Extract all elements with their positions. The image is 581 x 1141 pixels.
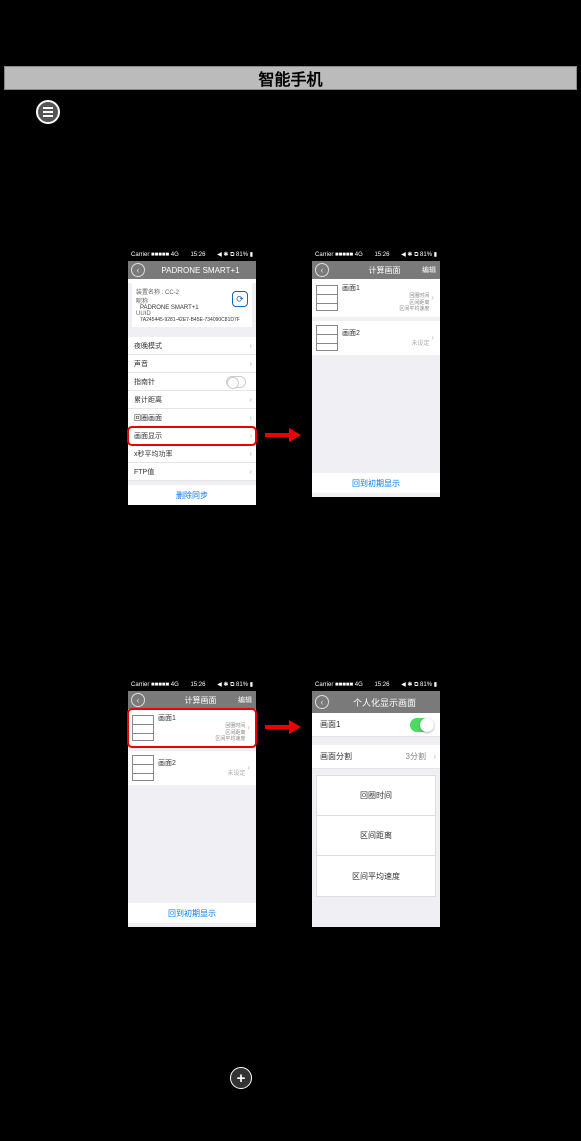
row-avg-power[interactable]: x秒平均功率› (128, 445, 256, 463)
nav-bar: ‹ 计算画面 编辑 (128, 691, 256, 709)
tab-smartphone[interactable]: 智能手机 (4, 66, 577, 90)
screen-split-row[interactable]: 画面分割 3分割 › (312, 745, 440, 769)
screen-1-row[interactable]: 画面1 回圈时间 区间距离 区间平均速度 › (312, 279, 440, 317)
screen-2-row[interactable]: 画面2 未设定 › (128, 751, 256, 785)
screen-toggle[interactable] (410, 718, 434, 732)
back-button[interactable]: ‹ (315, 263, 329, 277)
device-info-box: 装置名称 : CC-2 昵称 PADRONE SMART+1 UUID 7A24… (132, 283, 252, 327)
screen-thumb-icon (316, 325, 338, 351)
row-compass[interactable]: 指南针 (128, 373, 256, 391)
back-button[interactable]: ‹ (315, 695, 329, 709)
screen-thumb-icon (316, 285, 338, 311)
arrow-icon (265, 720, 301, 734)
back-button[interactable]: ‹ (131, 693, 145, 707)
phone-device-settings: Carrier ■■■■■ 4G 15:26 ◀ ✱ ⧉ 81% ▮ ‹ PAD… (127, 248, 257, 496)
row-sound[interactable]: 声音› (128, 355, 256, 373)
row-screen-display[interactable]: 画面显示› (128, 427, 256, 445)
nav-bar: ‹ 计算画面 编辑 (312, 261, 440, 279)
reset-display-button[interactable]: 回到初期显示 (312, 473, 440, 493)
reset-display-button[interactable]: 回到初期显示 (128, 903, 256, 923)
segment-1[interactable]: 回圈时间 (317, 776, 435, 816)
segment-2[interactable]: 区间距离 (317, 816, 435, 856)
row-lap-screen[interactable]: 回圈画面› (128, 409, 256, 427)
edit-button[interactable]: 编辑 (422, 265, 436, 275)
screen-thumb-icon (132, 755, 154, 781)
compass-toggle[interactable] (226, 376, 246, 388)
segment-preview: 回圈时间 区间距离 区间平均速度 (316, 775, 436, 897)
status-bar: Carrier ■■■■■ 4G 15:26 ◀ ✱ ⧉ 81% ▮ (312, 249, 440, 261)
status-bar: Carrier ■■■■■ 4G 15:26 ◀ ✱ ⧉ 81% ▮ (128, 679, 256, 691)
add-button[interactable]: + (230, 1067, 252, 1089)
arrow-icon (265, 428, 301, 442)
phone-screen-list-2: Carrier ■■■■■ 4G 15:26 ◀ ✱ ⧉ 81% ▮ ‹ 计算画… (127, 678, 257, 926)
delete-sync-button[interactable]: 删除同步 (128, 485, 256, 505)
screen-2-row[interactable]: 画面2 未设定 › (312, 321, 440, 355)
menu-button[interactable] (36, 100, 60, 124)
phone-custom-display: Carrier ■■■■■ 4G 15:26 ◀ ✱ ⧉ 81% ▮ ‹ 个人化… (311, 678, 441, 926)
row-night-mode[interactable]: 夜晚模式› (128, 337, 256, 355)
screen-enable-row[interactable]: 画面1 (312, 713, 440, 737)
row-total-distance[interactable]: 累计距离› (128, 391, 256, 409)
nav-title: PADRONE SMART+1 (145, 266, 256, 275)
nav-bar: ‹ 个人化显示画面 (312, 691, 440, 713)
row-ftp[interactable]: FTP值› (128, 463, 256, 481)
back-button[interactable]: ‹ (131, 263, 145, 277)
sync-icon[interactable]: ⟳ (232, 291, 248, 307)
segment-3[interactable]: 区间平均速度 (317, 856, 435, 896)
nav-title: 个人化显示画面 (329, 696, 440, 709)
nav-bar: ‹ PADRONE SMART+1 (128, 261, 256, 279)
tab-label: 智能手机 (258, 66, 322, 90)
phone-screen-list: Carrier ■■■■■ 4G 15:26 ◀ ✱ ⧉ 81% ▮ ‹ 计算画… (311, 248, 441, 496)
status-bar: Carrier ■■■■■ 4G 15:26 ◀ ✱ ⧉ 81% ▮ (128, 249, 256, 261)
edit-button[interactable]: 编辑 (238, 695, 252, 705)
screen-thumb-icon (132, 715, 154, 741)
status-bar: Carrier ■■■■■ 4G 15:26 ◀ ✱ ⧉ 81% ▮ (312, 679, 440, 691)
screen-1-row[interactable]: 画面1 回圈时间 区间距离 区间平均速度 › (128, 709, 256, 747)
